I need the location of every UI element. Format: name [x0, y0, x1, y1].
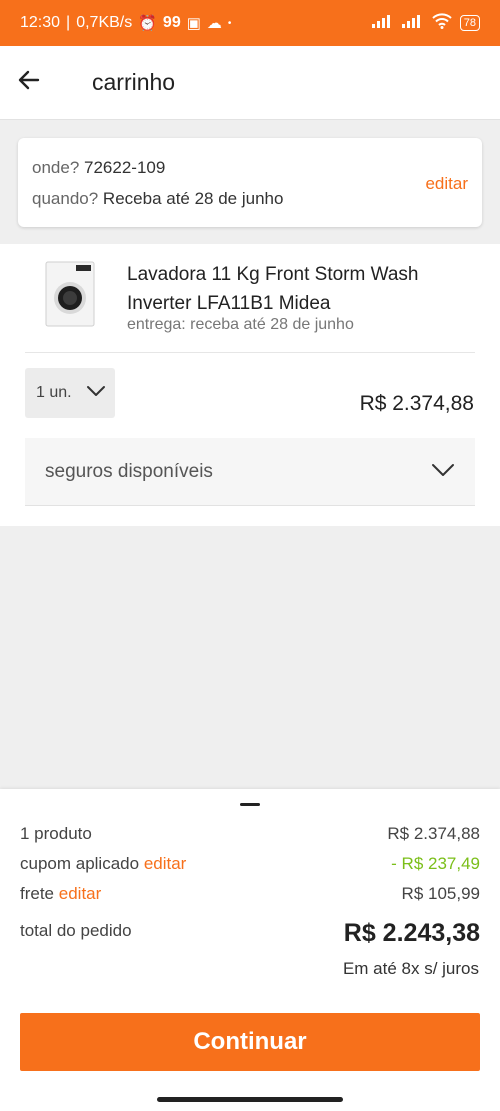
- status-network-speed: 0,7KB/s: [76, 14, 133, 31]
- status-bar: 12:30 | 0,7KB/s ⏰ 99 ▣ ☁ • 78: [0, 0, 500, 46]
- product-name[interactable]: Lavadora 11 Kg Front Storm Wash Inverter…: [127, 260, 467, 318]
- insurance-label: seguros disponíveis: [45, 460, 213, 482]
- status-left: 12:30 | 0,7KB/s ⏰ 99 ▣ ☁ •: [20, 14, 231, 32]
- total-label: total do pedido: [20, 921, 132, 940]
- delivery-when-row: quando? Receba até 28 de junho: [32, 183, 468, 214]
- status-separator: |: [66, 14, 71, 31]
- installments-info: Em até 8x s/ juros: [342, 959, 479, 978]
- quantity-value: 1 un.: [36, 384, 72, 401]
- chevron-down-icon: [86, 384, 106, 402]
- cloud-icon: ☁: [206, 15, 222, 32]
- product-delivery: entrega: receba até 28 de junho: [127, 316, 354, 333]
- battery-icon: 78: [459, 15, 480, 31]
- cart-item: Lavadora 11 Kg Front Storm Wash Inverter…: [0, 244, 500, 526]
- delivery-card: onde? 72622-109 quando? Receba até 28 de…: [18, 138, 482, 227]
- coupon-value: - R$ 237,49: [391, 854, 480, 873]
- edit-delivery-link[interactable]: editar: [425, 174, 468, 194]
- zip-code: 72622-109: [84, 158, 166, 177]
- chevron-down-icon: [431, 461, 455, 483]
- back-button[interactable]: [1, 55, 57, 111]
- notification-count: 99: [162, 14, 181, 31]
- where-label: onde?: [32, 158, 80, 177]
- alarm-icon: ⏰: [138, 15, 157, 32]
- divider: [25, 352, 475, 353]
- home-indicator[interactable]: [157, 1097, 343, 1102]
- status-time: 12:30: [20, 14, 61, 31]
- edit-shipping-link[interactable]: editar: [59, 884, 102, 903]
- when-label: quando?: [32, 189, 99, 208]
- shipping-label: frete: [20, 884, 55, 903]
- total-value: R$ 2.243,38: [343, 919, 480, 947]
- product-price: R$ 2.374,88: [359, 392, 474, 415]
- delivery-date: Receba até 28 de junho: [102, 189, 284, 208]
- total-row: total do pedido R$ 2.243,38: [20, 919, 480, 948]
- shipping-label-group: frete editar: [20, 884, 101, 904]
- coupon-label: cupom aplicado: [20, 854, 140, 873]
- insurance-dropdown[interactable]: seguros disponíveis: [25, 438, 475, 506]
- delivery-where-row: onde? 72622-109: [32, 152, 468, 183]
- shipping-row: frete editar R$ 105,99: [20, 884, 480, 904]
- edit-coupon-link[interactable]: editar: [144, 854, 187, 873]
- products-value: R$ 2.374,88: [387, 824, 480, 843]
- gallery-icon: ▣: [186, 15, 201, 32]
- drag-handle[interactable]: [240, 803, 260, 806]
- products-label: 1 produto: [20, 824, 92, 843]
- page-title: carrinho: [92, 69, 176, 95]
- dot-icon: •: [227, 17, 232, 29]
- products-row: 1 produto R$ 2.374,88: [20, 824, 480, 844]
- arrow-left-icon: [17, 68, 41, 97]
- quantity-select[interactable]: 1 un.: [25, 368, 115, 418]
- product-image[interactable]: [40, 260, 100, 330]
- status-right: 78: [371, 12, 480, 34]
- continue-button[interactable]: Continuar: [20, 1013, 480, 1071]
- signal-2-icon: [401, 14, 424, 33]
- order-summary: 1 produto R$ 2.374,88 cupom aplicado edi…: [0, 789, 500, 1111]
- coupon-row: cupom aplicado editar - R$ 237,49: [20, 854, 480, 874]
- coupon-label-group: cupom aplicado editar: [20, 854, 186, 874]
- signal-icon: [371, 14, 394, 33]
- app-header: carrinho: [0, 46, 500, 120]
- shipping-value: R$ 105,99: [401, 884, 480, 903]
- wifi-icon: [432, 12, 452, 34]
